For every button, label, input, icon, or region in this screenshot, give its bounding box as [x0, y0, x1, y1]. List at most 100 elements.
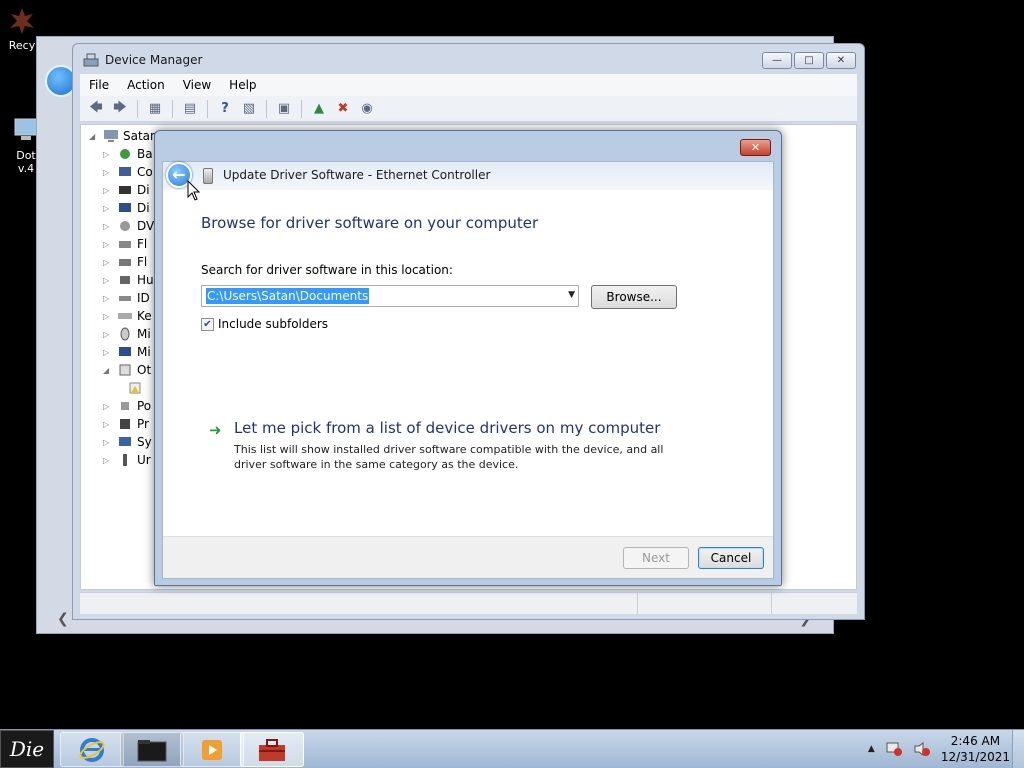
expand-icon[interactable]: ▷: [103, 150, 113, 159]
tree-item[interactable]: ▷ Fl: [103, 235, 147, 253]
mouse-icon: [120, 327, 130, 341]
tree-item-label: DV: [137, 219, 155, 233]
computer-icon: [104, 130, 118, 142]
scan-hardware-icon[interactable]: ▣: [274, 99, 294, 119]
expand-icon[interactable]: ▷: [103, 312, 113, 321]
expand-icon[interactable]: ▷: [103, 222, 113, 231]
system-tray: ▲ 2:46 AM 12/31/2021: [868, 730, 1024, 768]
expand-icon[interactable]: ▷: [103, 204, 113, 213]
browse-button[interactable]: Browse...: [591, 285, 677, 309]
tree-item-label: Di: [137, 201, 150, 215]
device-icon: [203, 168, 213, 184]
toolbox-icon: [259, 738, 285, 761]
tree-root[interactable]: ◢ Satan: [89, 127, 158, 145]
disable-device-icon[interactable]: ◉: [357, 99, 377, 119]
maximize-button[interactable]: □: [794, 52, 824, 69]
cancel-button[interactable]: Cancel: [698, 547, 764, 569]
driver-path-input[interactable]: C:\Users\Satan\Documents: [206, 288, 370, 304]
dialog-heading: Browse for driver software on your compu…: [201, 214, 539, 232]
other-devices-icon: [119, 364, 131, 376]
expand-icon[interactable]: ▷: [103, 456, 113, 465]
toolbar-separator: [266, 99, 267, 118]
expand-icon[interactable]: ▷: [103, 276, 113, 285]
network-icon[interactable]: [885, 741, 903, 757]
show-hidden-icons-icon[interactable]: ▲: [868, 744, 875, 754]
chevron-down-icon[interactable]: ▼: [568, 290, 575, 300]
tree-item[interactable]: ▷ Mi: [103, 343, 151, 361]
menu-bar: File Action View Help: [80, 74, 857, 96]
start-button[interactable]: Die: [0, 730, 54, 768]
tree-item-label: Ke: [137, 309, 152, 323]
back-arrow-icon[interactable]: 🡄: [86, 99, 106, 119]
tree-item-label: Di: [137, 183, 150, 197]
floppy-drive-icon: [119, 259, 131, 266]
tree-item[interactable]: ▷ Sy: [103, 433, 152, 451]
floppy-controller-icon: [119, 241, 131, 248]
green-arrow-icon: ➜: [209, 421, 222, 439]
tree-item-label: Co: [137, 165, 153, 179]
tree-item[interactable]: ▷ Mi: [103, 325, 151, 343]
tree-item[interactable]: ▷ Ur: [103, 451, 151, 469]
expand-icon[interactable]: ▷: [103, 402, 113, 411]
device-manager-taskbar-button[interactable]: [240, 732, 304, 767]
tree-item[interactable]: ▷ Ke: [103, 307, 152, 325]
internet-explorer-taskbar-button[interactable]: [60, 732, 124, 767]
update-driver-icon[interactable]: ▲: [309, 99, 329, 119]
menu-view[interactable]: View: [174, 78, 220, 92]
include-subfolders-option[interactable]: ✔ Include subfolders: [201, 317, 328, 331]
expand-icon[interactable]: ▷: [103, 168, 113, 177]
computer-icon: [119, 167, 131, 176]
close-button[interactable]: ✕: [826, 52, 856, 69]
media-player-icon: [202, 739, 222, 760]
tree-item[interactable]: ▷ DV: [103, 217, 154, 235]
menu-help[interactable]: Help: [220, 78, 265, 92]
action-pane-icon[interactable]: ▧: [239, 99, 259, 119]
uninstall-icon[interactable]: ✖: [333, 99, 353, 119]
tree-item[interactable]: ▷ Ba: [103, 145, 153, 163]
scroll-left-icon[interactable]: ❮: [57, 611, 69, 627]
dialog-close-button[interactable]: ✕: [740, 139, 771, 156]
menu-file[interactable]: File: [80, 78, 118, 92]
volume-muted-icon[interactable]: [913, 741, 931, 757]
forward-arrow-icon[interactable]: 🡆: [110, 99, 130, 119]
expand-icon[interactable]: ▷: [103, 438, 113, 447]
tree-item[interactable]: ▷ Hu: [103, 271, 154, 289]
clock[interactable]: 2:46 AM 12/31/2021: [941, 733, 1010, 765]
tree-item-label: Fl: [137, 255, 148, 269]
expand-icon[interactable]: ▷: [103, 294, 113, 303]
tree-item[interactable]: ▷ ID: [103, 289, 150, 307]
tree-item-ethernet[interactable]: [127, 379, 143, 397]
explorer-taskbar-button[interactable]: [120, 732, 184, 767]
show-desktop-button[interactable]: [1012, 730, 1024, 768]
expand-icon[interactable]: ▷: [103, 348, 113, 357]
tree-item[interactable]: ▷ Di: [103, 181, 150, 199]
dialog-title: Update Driver Software - Ethernet Contro…: [223, 168, 491, 182]
tree-item[interactable]: ▷ Po: [103, 397, 151, 415]
recycle-bin-label: Recy: [8, 39, 36, 52]
show-hide-console-tree-icon[interactable]: ▦: [145, 99, 165, 119]
next-button[interactable]: Next: [623, 547, 689, 569]
expand-icon[interactable]: ▷: [103, 258, 113, 267]
expand-icon[interactable]: ▷: [103, 420, 113, 429]
collapse-icon[interactable]: ◢: [103, 366, 113, 375]
recycle-bin-desktop-icon[interactable]: Recy: [4, 6, 40, 52]
pick-from-list-title[interactable]: Let me pick from a list of device driver…: [234, 419, 660, 437]
driver-path-combobox[interactable]: C:\Users\Satan\Documents ▼: [201, 285, 579, 307]
menu-action[interactable]: Action: [118, 78, 174, 92]
media-player-taskbar-button[interactable]: [180, 732, 244, 767]
properties-icon[interactable]: ▤: [180, 99, 200, 119]
tree-item[interactable]: ▷ Fl: [103, 253, 147, 271]
collapse-icon[interactable]: ◢: [89, 132, 99, 141]
expand-icon[interactable]: ▷: [103, 186, 113, 195]
help-icon[interactable]: ?: [215, 99, 235, 119]
device-manager-titlebar: Device Manager: [83, 53, 202, 67]
dialog-footer: Next Cancel: [163, 536, 773, 578]
tree-item[interactable]: ▷ Di: [103, 199, 150, 217]
expand-icon[interactable]: ▷: [103, 240, 113, 249]
minimize-button[interactable]: —: [762, 52, 792, 69]
tree-item[interactable]: ▷ Co: [103, 163, 153, 181]
include-subfolders-checkbox[interactable]: ✔: [201, 317, 214, 331]
tree-item[interactable]: ◢ Ot: [103, 361, 151, 379]
expand-icon[interactable]: ▷: [103, 330, 113, 339]
tree-item[interactable]: ▷ Pr: [103, 415, 149, 433]
